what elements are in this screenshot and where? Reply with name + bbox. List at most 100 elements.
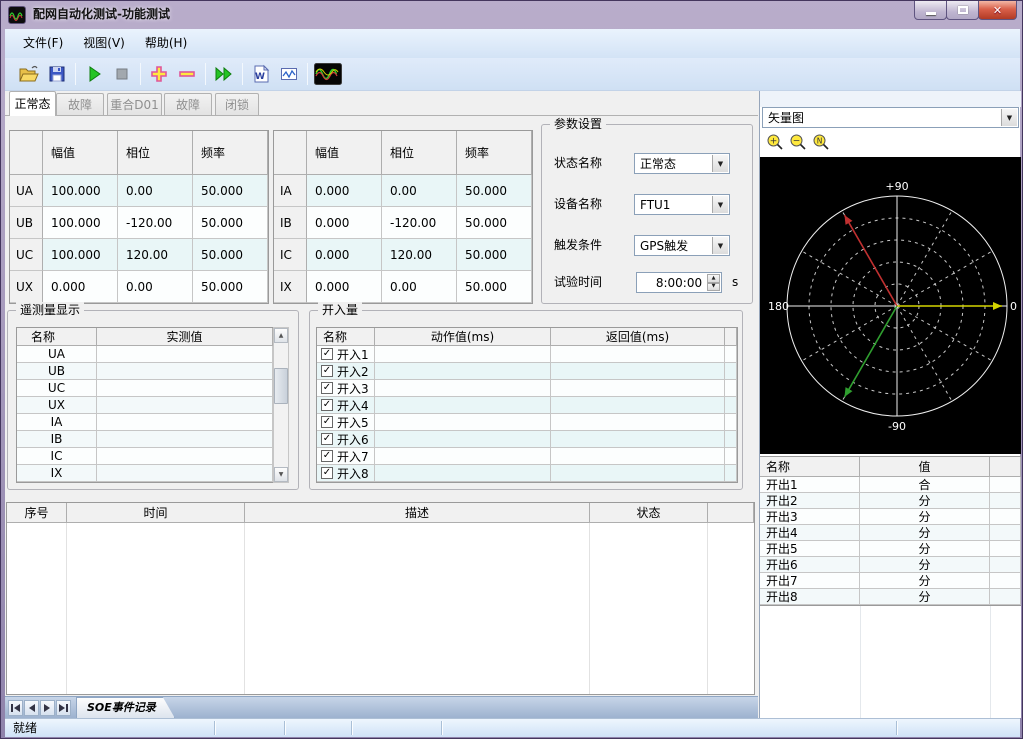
close-button[interactable]: ✕ <box>978 0 1017 20</box>
start-test-button[interactable] <box>80 60 108 88</box>
tab-normal-state[interactable]: 正常态 <box>9 91 56 116</box>
do-name: 开出2 <box>760 493 860 509</box>
telemetry-value <box>97 380 273 397</box>
telemetry-value <box>97 431 273 448</box>
grid-cell[interactable]: 50.000 <box>193 175 268 207</box>
di-name-cell: 开入2 <box>317 363 375 380</box>
grid-cell[interactable]: 120.00 <box>382 239 457 271</box>
chevron-down-icon[interactable]: ▼ <box>712 196 728 213</box>
device-name-combo[interactable]: FTU1 ▼ <box>634 194 730 215</box>
grid-cell[interactable]: 0.00 <box>118 175 193 207</box>
checkbox-checked[interactable] <box>321 382 333 394</box>
nav-first-button[interactable] <box>8 700 23 716</box>
chevron-down-icon[interactable]: ▼ <box>1001 109 1017 126</box>
checkbox-checked[interactable] <box>321 450 333 462</box>
telemetry-value <box>97 397 273 414</box>
test-time-spinner[interactable]: 8:00:00 ▲ ▼ <box>636 272 722 293</box>
checkbox-checked[interactable] <box>321 348 333 360</box>
save-button[interactable] <box>43 60 71 88</box>
grid-cell[interactable]: 0.00 <box>382 271 457 303</box>
main-left-panel: 正常态 故障 重合D01 故障 闭锁 幅值 相位 频率 UA 100.000 0… <box>5 91 758 696</box>
title-bar[interactable]: 配网自动化测试-功能测试 ✕ <box>1 1 1022 29</box>
do-value: 分 <box>860 589 990 605</box>
spin-up-icon[interactable]: ▲ <box>707 274 720 283</box>
col-header-frequency: 频率 <box>193 131 268 175</box>
telemetry-scrollbar[interactable]: ▲ ▼ <box>273 327 289 483</box>
grid-cell[interactable]: 50.000 <box>457 207 532 239</box>
grid-cell[interactable]: 100.000 <box>43 207 118 239</box>
zoom-in-icon[interactable]: + <box>766 133 784 151</box>
nav-prev-button[interactable] <box>24 700 39 716</box>
wave-report-button[interactable] <box>275 60 303 88</box>
checkbox-checked[interactable] <box>321 399 333 411</box>
toolbar: W <box>5 58 1020 91</box>
grid-cell[interactable]: 50.000 <box>193 271 268 303</box>
tab-fault-2[interactable]: 故障 <box>164 93 212 116</box>
device-name-label: 设备名称 <box>554 194 602 215</box>
chevron-down-icon[interactable]: ▼ <box>712 237 728 254</box>
grid-cell[interactable]: 100.000 <box>43 175 118 207</box>
soe-record-tab[interactable]: SOE事件记录 <box>76 697 175 718</box>
minimize-button[interactable] <box>914 0 947 20</box>
grid-cell[interactable]: 50.000 <box>457 239 532 271</box>
nav-next-button[interactable] <box>40 700 55 716</box>
grid-cell[interactable]: 0.000 <box>307 175 382 207</box>
grid-cell[interactable]: 50.000 <box>457 271 532 303</box>
combo-value: 正常态 <box>640 155 676 172</box>
spin-down-icon[interactable]: ▼ <box>707 283 720 292</box>
run-all-button[interactable] <box>210 60 238 88</box>
status-separator <box>214 721 215 735</box>
grid-cell[interactable]: 0.000 <box>307 207 382 239</box>
grid-cell[interactable]: 0.00 <box>118 271 193 303</box>
trigger-cond-combo[interactable]: GPS触发 ▼ <box>634 235 730 256</box>
grid-cell[interactable]: 100.000 <box>43 239 118 271</box>
grid-cell[interactable]: 0.000 <box>43 271 118 303</box>
zoom-reset-icon[interactable]: N <box>812 133 830 151</box>
checkbox-checked[interactable] <box>321 467 333 479</box>
add-state-button[interactable] <box>145 60 173 88</box>
view-selector-combo[interactable]: 矢量图 ▼ <box>762 107 1019 128</box>
grid-cell[interactable]: 50.000 <box>193 207 268 239</box>
scroll-thumb[interactable] <box>274 368 288 404</box>
tab-fault-1[interactable]: 故障 <box>56 93 104 116</box>
di-name-cell: 开入3 <box>317 380 375 397</box>
app-window: 配网自动化测试-功能测试 ✕ 文件(F) 视图(V) 帮助(H) <box>0 0 1023 739</box>
wave-display-button[interactable] <box>312 60 344 88</box>
telemetry-name: UX <box>17 397 97 414</box>
open-file-button[interactable] <box>15 60 43 88</box>
grid-cell[interactable]: 50.000 <box>457 175 532 207</box>
zoom-out-icon[interactable]: − <box>789 133 807 151</box>
word-report-button[interactable]: W <box>247 60 275 88</box>
grid-cell[interactable]: 0.000 <box>307 239 382 271</box>
grid-cell[interactable]: 120.00 <box>118 239 193 271</box>
menu-help[interactable]: 帮助(H) <box>135 29 197 58</box>
grid-cell[interactable]: -120.00 <box>382 207 457 239</box>
row-header: IC <box>274 239 307 271</box>
scroll-down-icon[interactable]: ▼ <box>274 467 288 482</box>
col-header-status: 状态 <box>590 503 708 523</box>
tab-lockout[interactable]: 闭锁 <box>215 93 259 116</box>
menu-file[interactable]: 文件(F) <box>13 29 73 58</box>
nav-last-button[interactable] <box>56 700 71 716</box>
col-header-amplitude: 幅值 <box>307 131 382 175</box>
stop-test-button[interactable] <box>108 60 136 88</box>
checkbox-checked[interactable] <box>321 365 333 377</box>
state-name-combo[interactable]: 正常态 ▼ <box>634 153 730 174</box>
spinner-buttons[interactable]: ▲ ▼ <box>707 274 720 291</box>
chevron-down-icon[interactable]: ▼ <box>712 155 728 172</box>
di-blank-cell <box>725 431 737 448</box>
grid-cell[interactable]: 0.000 <box>307 271 382 303</box>
scroll-up-icon[interactable]: ▲ <box>274 328 288 343</box>
di-label: 开入3 <box>337 380 369 397</box>
tab-reclose-d01[interactable]: 重合D01 <box>107 93 162 116</box>
plot-toolbar: + − N <box>766 133 835 151</box>
panel-top-strip <box>760 91 1021 107</box>
checkbox-checked[interactable] <box>321 416 333 428</box>
remove-state-button[interactable] <box>173 60 201 88</box>
grid-cell[interactable]: 50.000 <box>193 239 268 271</box>
grid-cell[interactable]: -120.00 <box>118 207 193 239</box>
maximize-button[interactable] <box>946 0 979 20</box>
grid-cell[interactable]: 0.00 <box>382 175 457 207</box>
menu-view[interactable]: 视图(V) <box>73 29 135 58</box>
checkbox-checked[interactable] <box>321 433 333 445</box>
